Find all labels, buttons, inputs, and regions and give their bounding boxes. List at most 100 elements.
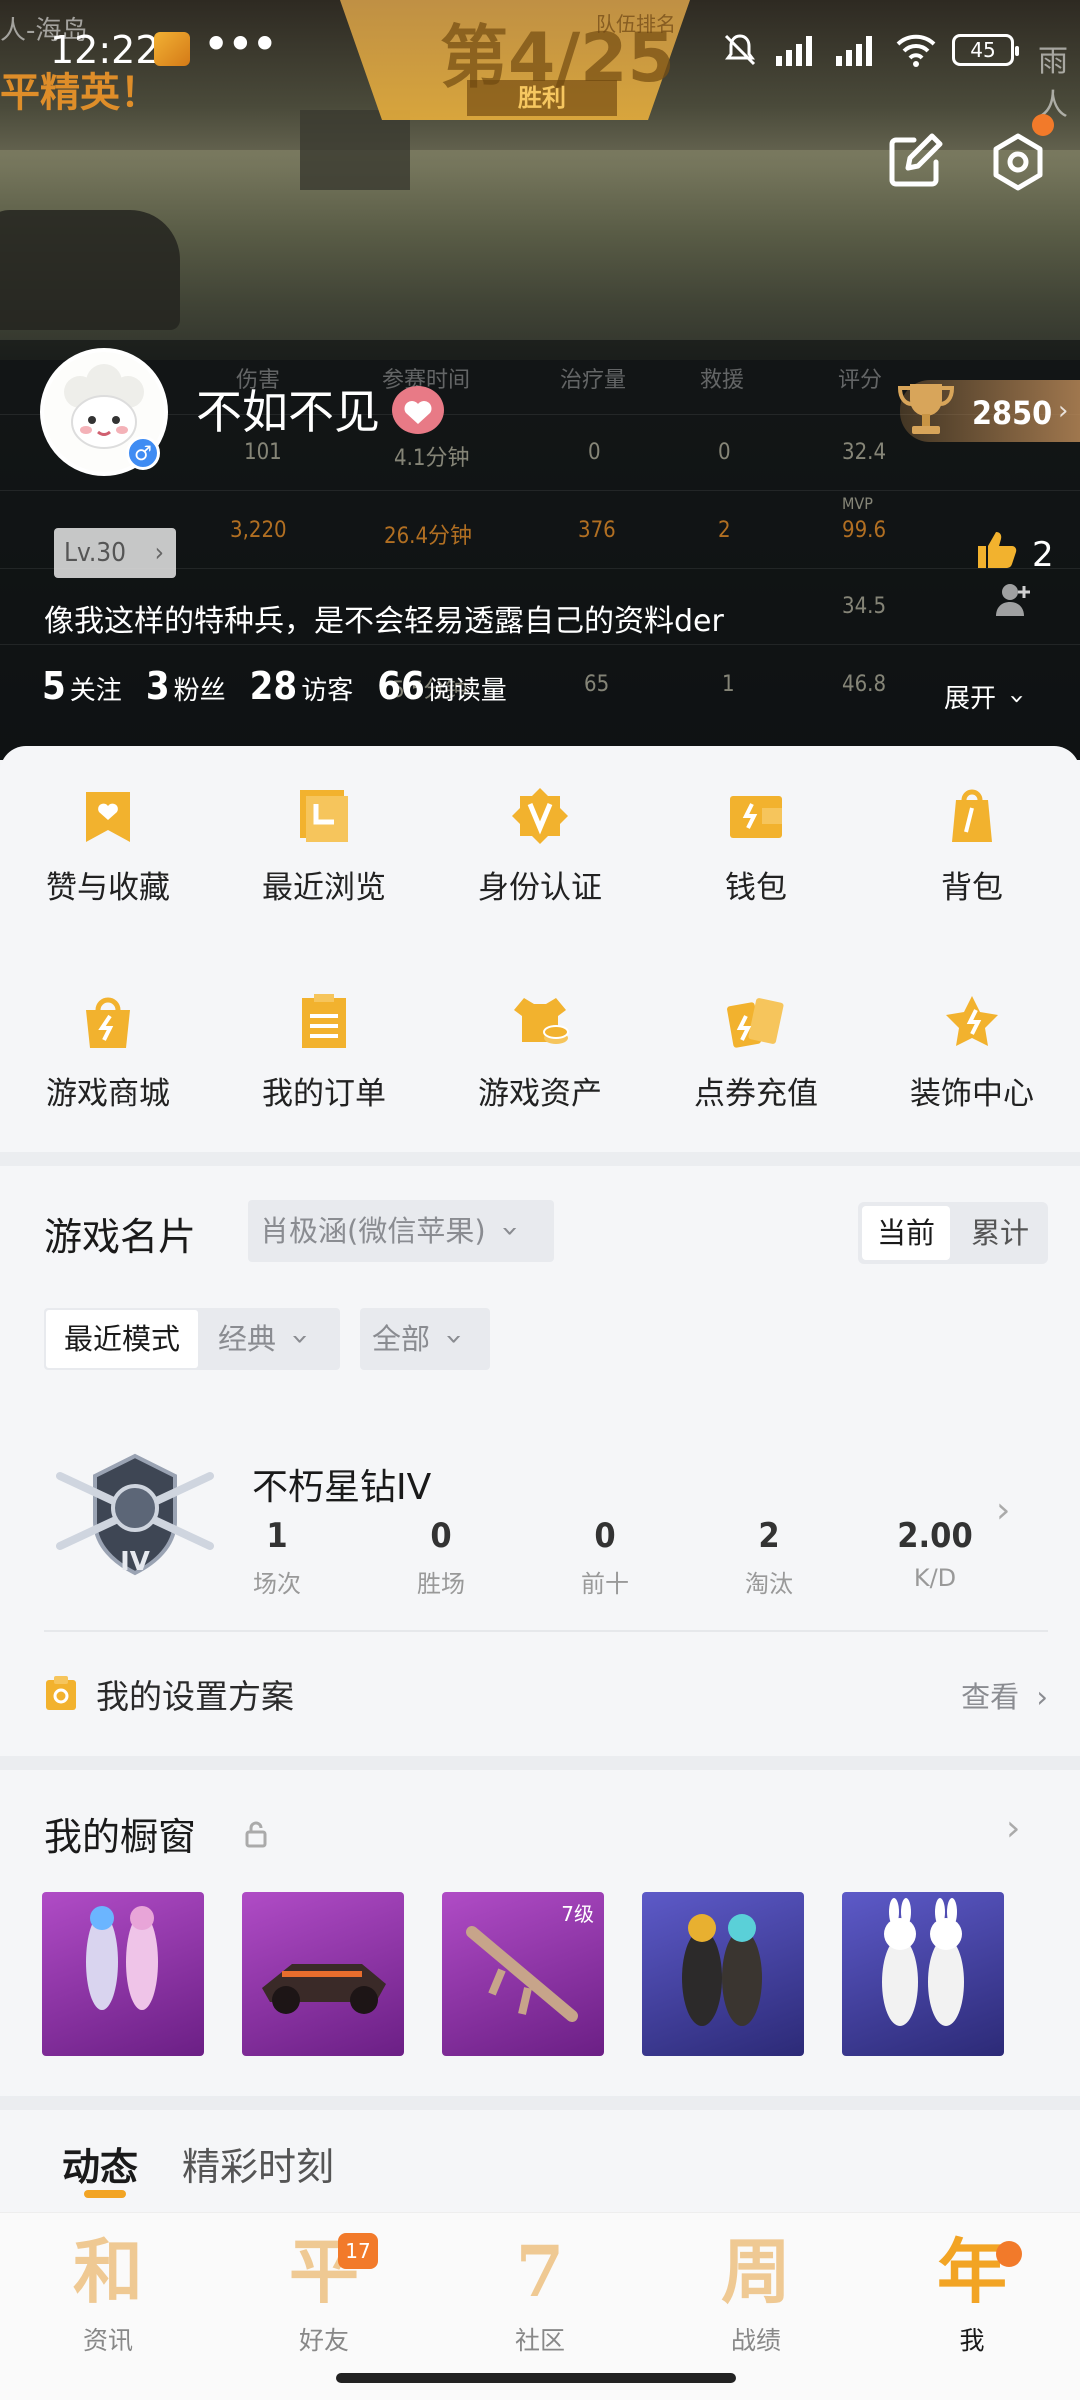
settings-plan-title: 我的设置方案 <box>96 1677 294 1716</box>
heart-badge-icon <box>392 386 444 434</box>
order-list-icon <box>294 992 354 1052</box>
menu-my-orders[interactable]: 我的订单 <box>216 992 432 1113</box>
chevron-down-icon: › <box>438 1333 473 1345</box>
section-divider <box>0 1756 1080 1770</box>
stat-visitors[interactable]: 28 访客 <box>250 664 354 708</box>
showcase-item[interactable] <box>842 1892 1004 2056</box>
view-label: 查看 <box>961 1680 1020 1714</box>
view-link[interactable]: 查看 › <box>961 1674 1048 1716</box>
community-icon: 7 <box>515 2230 565 2313</box>
stat-reads[interactable]: 66 阅读量 <box>377 664 507 708</box>
settings-icon[interactable] <box>988 132 1048 192</box>
recent-browse-icon <box>294 786 354 846</box>
menu-backpack[interactable]: 背包 <box>864 786 1080 907</box>
menu-wallet[interactable]: 钱包 <box>648 786 864 907</box>
expand-button[interactable]: 展开 › <box>944 678 1032 715</box>
game-card-title: 游戏名片 <box>44 1215 197 1259</box>
verified-badge-icon <box>510 786 570 846</box>
board-cell: 376 <box>578 518 616 543</box>
trophy-value: 2850 <box>972 394 1053 432</box>
menu-identity[interactable]: 身份认证 <box>432 786 648 907</box>
board-header: 救援 <box>700 368 745 393</box>
showcase-item[interactable] <box>242 1892 404 2056</box>
nav-friends[interactable]: 平 17 好友 <box>216 2229 432 2357</box>
nav-label: 社区 <box>514 2326 565 2355</box>
profile-bio: 像我这样的特种兵，是不会轻易透露自己的资料der <box>44 604 724 639</box>
star-decor-icon <box>942 992 1002 1052</box>
rank-name: 不朽星钻IV <box>252 1467 432 1508</box>
board-header: 治疗量 <box>560 368 627 393</box>
level-badge[interactable]: Lv.30 › <box>54 528 176 578</box>
menu-label: 点券充值 <box>694 1076 818 1112</box>
showcase-item[interactable] <box>642 1892 804 2056</box>
board-cell: 3,220 <box>230 518 287 543</box>
chevron-right-icon: › <box>1058 396 1069 426</box>
rank-stat-top10: 0 前十 <box>581 1516 629 1598</box>
account-select[interactable]: 肖极涵(微信苹果) › <box>248 1200 554 1262</box>
add-friend-icon[interactable] <box>994 580 1032 618</box>
signal-icon <box>774 32 820 68</box>
expand-label: 展开 <box>944 684 997 714</box>
board-cell: 99.6 <box>842 518 887 543</box>
filter-all-dropdown[interactable]: 全部 › <box>360 1308 490 1370</box>
showcase-item[interactable]: 7级 <box>442 1892 604 2056</box>
rank-card[interactable]: IV 不朽星钻IV 1 场次 0 胜场 0 前十 2 淘汰 2.00 K/D › <box>0 1430 1080 1598</box>
nav-label: 我 <box>959 2326 985 2355</box>
menu-label: 我的订单 <box>262 1076 386 1112</box>
feed-tabs: 动态 精彩时刻 <box>62 2136 334 2191</box>
menu-recharge[interactable]: 点券充值 <box>648 992 864 1113</box>
chevron-right-icon: › <box>1036 1680 1048 1714</box>
rank-tier-label: IV <box>120 1547 150 1577</box>
menu-decor-center[interactable]: 装饰中心 <box>864 992 1080 1113</box>
my-settings-plan[interactable]: 我的设置方案 查看 › <box>44 1666 1048 1722</box>
stat-following[interactable]: 5 关注 <box>42 664 122 708</box>
battle-scene-house <box>300 110 410 190</box>
board-cell: 1 <box>722 672 735 697</box>
item-level-label: 7级 <box>561 1902 594 1926</box>
tab-cumulative[interactable]: 累计 <box>956 1206 1044 1260</box>
home-indicator[interactable] <box>336 2373 736 2383</box>
game-app-icon <box>154 32 190 66</box>
rank-stat-kd: 2.00 K/D <box>897 1516 973 1592</box>
menu-label: 赞与收藏 <box>46 870 170 906</box>
tab-feed[interactable]: 动态 <box>62 2136 138 2191</box>
mode-filter: 最近模式 经典 › <box>44 1308 340 1370</box>
news-icon: 和 <box>73 2230 143 2313</box>
game-assets-icon <box>510 992 570 1052</box>
status-time: 12:22 <box>50 28 160 72</box>
likes-counter[interactable]: 2 <box>976 530 1054 579</box>
tab-current[interactable]: 当前 <box>862 1206 950 1260</box>
showcase-item[interactable] <box>42 1892 204 2056</box>
stat-followers[interactable]: 3 粉丝 <box>146 664 226 708</box>
menu-label: 背包 <box>941 870 1003 906</box>
thumbs-up-icon <box>976 530 1018 579</box>
nav-community[interactable]: 7 社区 <box>432 2229 648 2357</box>
mode-classic-label: 经典 <box>218 1322 277 1356</box>
me-icon: 年 <box>937 2230 1007 2313</box>
filter-all-label: 全部 <box>372 1322 431 1356</box>
nav-me[interactable]: 年 我 <box>864 2229 1080 2357</box>
shopping-bag-icon <box>78 992 138 1052</box>
menu-recent-browse[interactable]: 最近浏览 <box>216 786 432 907</box>
nav-records[interactable]: 周 战绩 <box>648 2229 864 2357</box>
mode-classic-dropdown[interactable]: 经典 › <box>218 1308 318 1370</box>
board-cell: 34.5 <box>842 594 887 619</box>
recharge-cards-icon <box>726 992 786 1052</box>
status-more-icon: ••• <box>204 22 277 66</box>
friends-count-badge: 17 <box>338 2233 378 2269</box>
divider-line <box>44 1630 1048 1632</box>
rank-stat-kills: 2 淘汰 <box>745 1516 793 1598</box>
menu-game-store[interactable]: 游戏商城 <box>0 992 216 1113</box>
mode-recent-button[interactable]: 最近模式 <box>46 1310 198 1368</box>
edit-profile-icon[interactable] <box>884 132 944 192</box>
menu-game-assets[interactable]: 游戏资产 <box>432 992 648 1113</box>
hero-actions <box>884 132 1048 192</box>
chevron-right-icon: › <box>996 1490 1011 1531</box>
nav-news[interactable]: 和 资讯 <box>0 2229 216 2357</box>
board-cell: 26.4分钟 <box>384 524 473 549</box>
tab-highlights[interactable]: 精彩时刻 <box>182 2136 334 2191</box>
section-divider <box>0 2096 1080 2110</box>
showcase-more-chevron-icon[interactable]: › <box>1006 1808 1020 1849</box>
menu-label: 身份认证 <box>478 870 602 906</box>
menu-likes-favorites[interactable]: 赞与收藏 <box>0 786 216 907</box>
